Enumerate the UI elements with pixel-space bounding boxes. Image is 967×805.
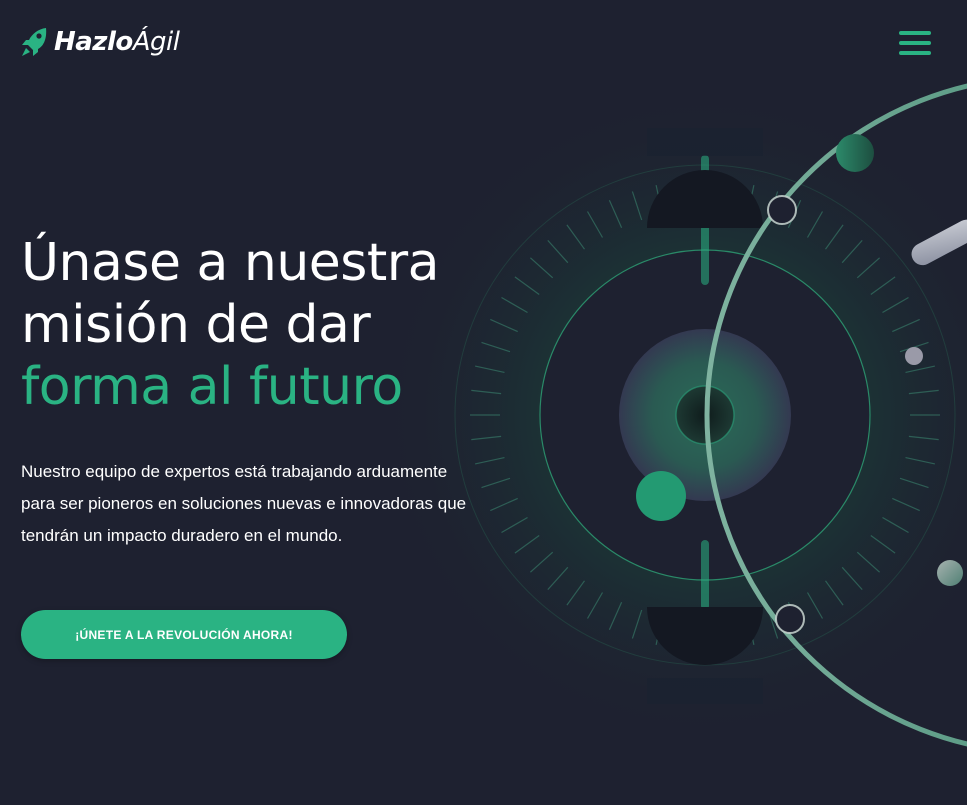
rocket-icon: [22, 28, 47, 56]
join-revolution-button[interactable]: ¡ÚNETE A LA REVOLUCIÓN AHORA!: [21, 610, 347, 659]
hero-title-line-2: misión de dar: [21, 295, 371, 355]
hero-description: Nuestro equipo de expertos está trabajan…: [21, 462, 467, 545]
brand-name-bold: Hazlo: [54, 27, 133, 57]
brand-name: HazloÁgil: [54, 27, 180, 57]
hero-title-highlight: forma al futuro: [21, 357, 403, 417]
hero-title: Únase a nuestra misión de dar forma al f…: [21, 232, 440, 418]
landing-page: HazloÁgil Únase a nuestra misión de dar …: [0, 0, 967, 805]
hero-title-line-1: Únase a nuestra: [21, 233, 440, 293]
brand-name-light: Ágil: [132, 27, 180, 57]
brand-logo[interactable]: HazloÁgil: [20, 24, 180, 60]
hamburger-menu-icon[interactable]: [896, 28, 934, 58]
site-header: HazloÁgil: [0, 0, 967, 90]
